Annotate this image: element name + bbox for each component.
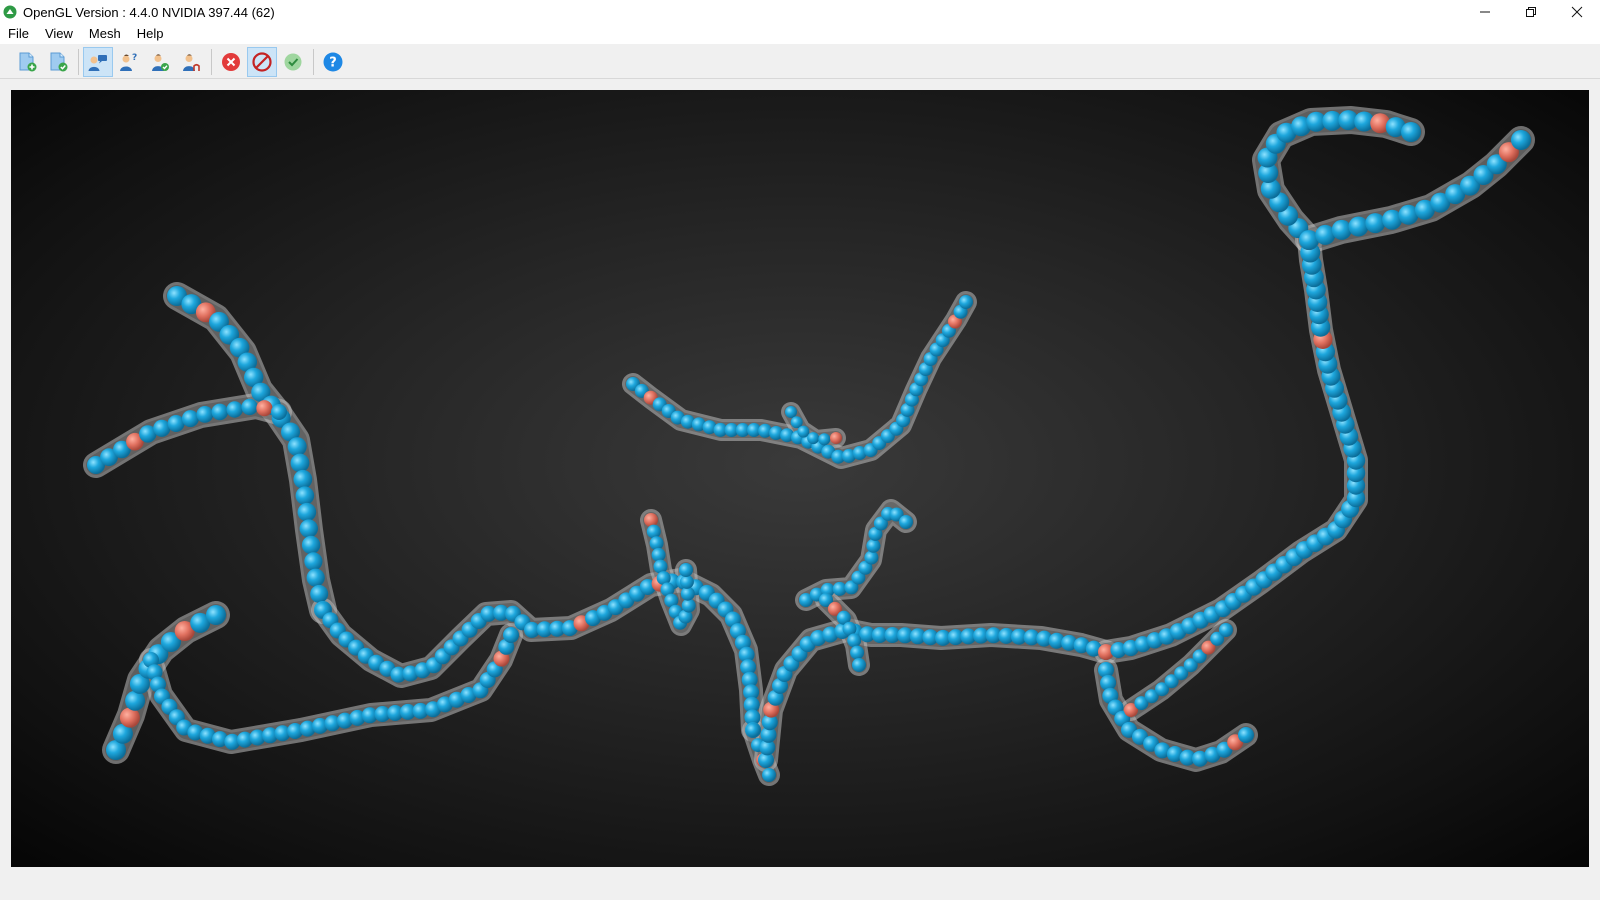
skeleton-bead bbox=[866, 538, 881, 553]
skeleton-bead bbox=[746, 723, 760, 737]
user-edit-icon bbox=[183, 53, 200, 71]
help-icon: ? bbox=[323, 52, 343, 71]
skeleton-bead bbox=[899, 515, 913, 529]
menu-mesh[interactable]: Mesh bbox=[81, 24, 129, 44]
user-question-button[interactable]: ? bbox=[114, 47, 144, 77]
skeleton-bead bbox=[679, 563, 693, 577]
skeleton-bead bbox=[297, 502, 317, 522]
new-file-add-icon bbox=[19, 52, 37, 71]
skeleton-bead bbox=[196, 406, 214, 423]
file-check-icon bbox=[50, 52, 68, 71]
users-chat-button[interactable] bbox=[83, 46, 113, 77]
skeleton-bead bbox=[807, 432, 820, 445]
skeleton-bead bbox=[818, 433, 831, 446]
skeleton-bead bbox=[211, 403, 229, 421]
title-bar: OpenGL Version : 4.4.0 NVIDIA 397.44 (62… bbox=[0, 0, 1600, 24]
accept-button[interactable] bbox=[278, 47, 308, 77]
svg-text:?: ? bbox=[329, 55, 337, 70]
skeleton-bead bbox=[959, 295, 973, 309]
skeleton-bead bbox=[852, 658, 866, 672]
skeleton-bead bbox=[797, 425, 810, 438]
skeleton-bead bbox=[271, 404, 287, 420]
skeleton-bead bbox=[1348, 216, 1369, 237]
branch-node bbox=[256, 400, 273, 417]
accept-green-icon bbox=[284, 53, 302, 70]
menu-help[interactable]: Help bbox=[129, 24, 172, 44]
skeleton-bead bbox=[301, 535, 321, 555]
skeleton-bead bbox=[651, 547, 666, 562]
skeleton-bead bbox=[306, 568, 325, 587]
skeleton-bead bbox=[850, 645, 865, 660]
menu-bar: File View Mesh Help bbox=[0, 24, 1600, 44]
skeleton-bead bbox=[310, 584, 329, 603]
skeleton-bead bbox=[679, 574, 694, 589]
prohibit-icon bbox=[252, 51, 272, 72]
skeleton-beads bbox=[87, 110, 1531, 782]
toolbar: ? ? bbox=[0, 45, 1600, 79]
help-button[interactable]: ? bbox=[318, 47, 348, 77]
skeleton-bead bbox=[304, 552, 323, 571]
prohibit-button[interactable] bbox=[247, 46, 277, 77]
toolbar-separator bbox=[211, 48, 212, 75]
skeleton-bead bbox=[295, 486, 315, 506]
skeleton-bead bbox=[503, 627, 519, 643]
branch-node bbox=[830, 432, 842, 444]
skeleton-bead bbox=[241, 398, 258, 416]
window-controls bbox=[1462, 0, 1600, 24]
skeleton-bead bbox=[681, 598, 696, 613]
skeleton-bead bbox=[290, 453, 310, 473]
menu-view[interactable]: View bbox=[37, 24, 81, 44]
mesh-scene bbox=[83, 106, 1535, 786]
restore-icon bbox=[1526, 7, 1536, 17]
opengl-viewport[interactable] bbox=[11, 90, 1589, 867]
skeleton-bead bbox=[646, 524, 661, 539]
menu-file[interactable]: File bbox=[0, 24, 37, 44]
restore-button[interactable] bbox=[1508, 0, 1554, 24]
skeleton-bead bbox=[287, 437, 307, 457]
skeleton-bead bbox=[847, 633, 862, 648]
skeleton-bead bbox=[206, 605, 226, 625]
skeleton-bead bbox=[181, 410, 199, 428]
minimize-icon bbox=[1480, 11, 1490, 13]
user-question-icon: ? bbox=[120, 53, 137, 71]
skeleton-bead bbox=[226, 401, 243, 418]
skeleton-bead bbox=[864, 550, 879, 565]
user-check-icon bbox=[152, 53, 169, 71]
skeleton-bead bbox=[125, 690, 146, 711]
user-edit-button[interactable] bbox=[176, 47, 206, 77]
skeleton-bead bbox=[762, 768, 776, 782]
skeleton-bead bbox=[1238, 727, 1254, 743]
cancel-red-icon bbox=[222, 52, 240, 71]
svg-text:?: ? bbox=[132, 53, 137, 63]
skeleton-bead bbox=[1219, 623, 1233, 637]
minimize-button[interactable] bbox=[1462, 0, 1508, 24]
close-button[interactable] bbox=[1554, 0, 1600, 24]
window-title: OpenGL Version : 4.4.0 NVIDIA 397.44 (62… bbox=[23, 4, 275, 20]
skeleton-bead bbox=[1401, 122, 1421, 142]
toolbar-separator bbox=[313, 48, 314, 75]
close-icon bbox=[1571, 6, 1583, 18]
status-bar bbox=[0, 868, 1600, 900]
new-file-button[interactable] bbox=[12, 47, 42, 77]
skeleton-bead bbox=[785, 406, 797, 418]
toolbar-separator bbox=[78, 48, 79, 75]
skeleton-bead bbox=[293, 469, 313, 489]
user-check-button[interactable] bbox=[145, 47, 175, 77]
skeleton-bead bbox=[649, 536, 664, 551]
open-file-button[interactable] bbox=[43, 47, 73, 77]
app-icon bbox=[3, 5, 17, 19]
skeleton-bead bbox=[1331, 219, 1352, 240]
cancel-button[interactable] bbox=[216, 47, 246, 77]
skeleton-bead bbox=[1511, 130, 1531, 150]
users-chat-icon bbox=[88, 54, 107, 71]
skeleton-bead bbox=[1365, 213, 1386, 234]
skeleton-bead bbox=[299, 519, 318, 538]
branch-node bbox=[644, 513, 658, 527]
